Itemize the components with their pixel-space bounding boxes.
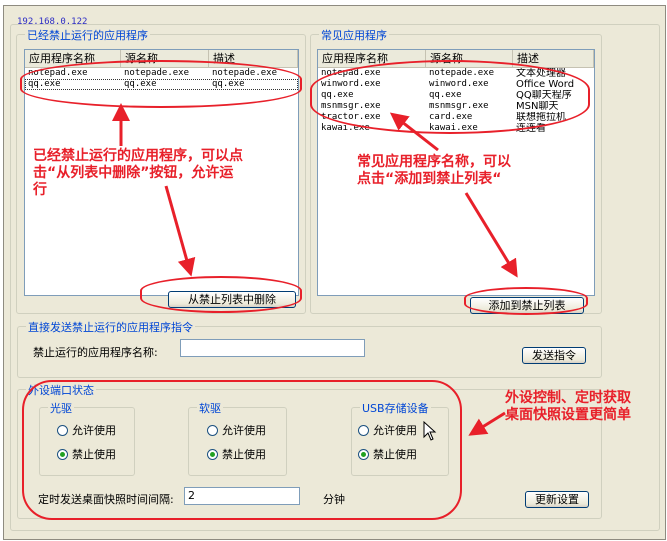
annotation-line: 桌面快照设置更简单 [505, 407, 631, 423]
annotation-line: 行 [33, 182, 47, 198]
blocked-apps-title: 已经禁止运行的应用程序 [25, 27, 150, 43]
highlight-ellipse [140, 276, 302, 313]
app-name-label: 禁止运行的应用程序名称: [33, 346, 158, 359]
direct-command-group: 直接发送禁止运行的应用程序指令 禁止运行的应用程序名称: 发送指令 [17, 319, 602, 378]
app-name-input[interactable] [180, 339, 365, 357]
direct-command-title: 直接发送禁止运行的应用程序指令 [26, 319, 195, 335]
annotation-line: 点击“添加到禁止列表“ [357, 171, 502, 187]
annotation-line: 常见应用程序名称，可以 [357, 154, 511, 170]
highlight-ellipse [464, 287, 588, 315]
annotation-line: 已经禁止运行的应用程序，可以点 [33, 148, 243, 164]
highlight-ellipse [22, 380, 462, 520]
mouse-cursor-icon [423, 421, 437, 441]
update-settings-button[interactable]: 更新设置 [525, 491, 589, 508]
annotation-line: 外设控制、定时获取 [505, 390, 631, 406]
send-command-button[interactable]: 发送指令 [522, 347, 586, 364]
annotation-line: 击“从列表中删除”按钮，允许运 [33, 165, 234, 181]
annotation-blocked-note: 已经禁止运行的应用程序，可以点 击“从列表中删除”按钮，允许运 行 [33, 148, 243, 199]
common-apps-title: 常见应用程序 [319, 27, 389, 43]
annotation-common-note: 常见应用程序名称，可以 点击“添加到禁止列表“ [357, 154, 511, 188]
annotation-ports-note: 外设控制、定时获取 桌面快照设置更简单 [505, 390, 631, 424]
highlight-ellipse [310, 60, 590, 134]
highlight-ellipse [20, 60, 302, 108]
